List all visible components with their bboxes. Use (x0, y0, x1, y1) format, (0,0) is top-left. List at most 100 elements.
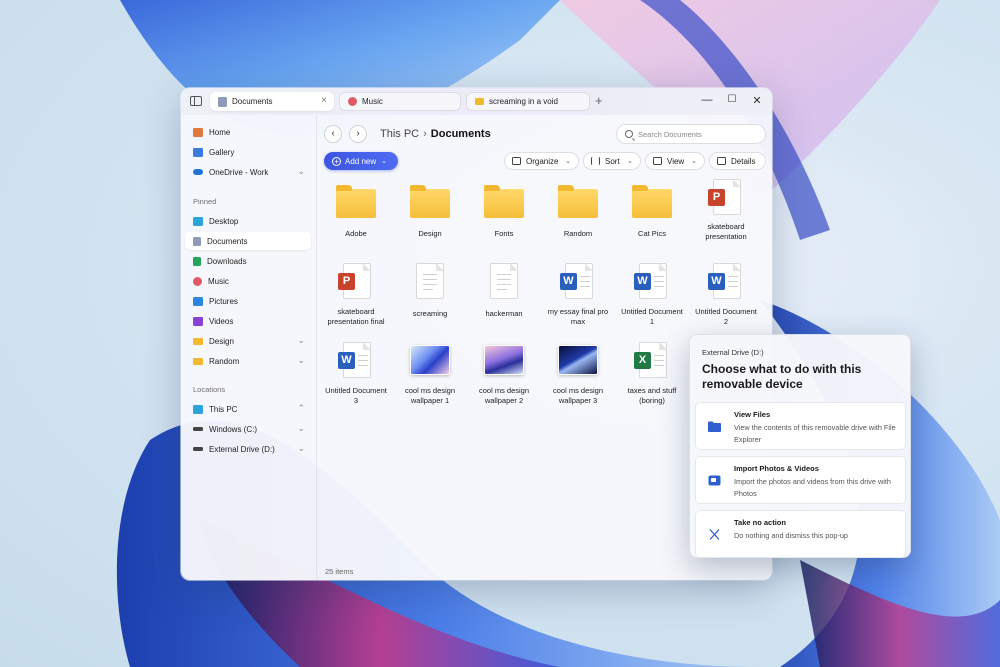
sidebar-item-windows-c[interactable]: Windows (C:) ⌄ (185, 420, 311, 438)
chevron-down-icon[interactable]: ⌄ (297, 443, 305, 454)
back-button[interactable]: ‹ (324, 125, 342, 143)
file-item[interactable]: X taxes and stuff (boring) (619, 340, 685, 406)
drive-icon (193, 447, 203, 451)
drive-icon (193, 427, 203, 431)
file-item[interactable]: W my essay final pro max (545, 261, 611, 327)
text-file-icon (409, 261, 451, 303)
add-new-label: Add new (345, 156, 377, 166)
file-item[interactable]: W Untitled Document 1 (619, 261, 685, 327)
organize-button[interactable]: Organize ⌄ (504, 152, 579, 170)
image-thumbnail-icon (483, 340, 525, 382)
tab-label: Music (362, 97, 383, 106)
option-title: View Files (734, 410, 771, 419)
file-item[interactable]: cool ms design wallpaper 1 (397, 340, 463, 406)
file-label: screaming (412, 309, 448, 318)
file-item[interactable]: P skateboard presentation final (323, 261, 389, 327)
sidebar-item-gallery[interactable]: Gallery (185, 143, 311, 161)
badge-letter: W (560, 273, 577, 290)
music-icon (193, 276, 202, 286)
sidebar-item-pictures[interactable]: Pictures (185, 292, 311, 310)
text-file-icon (483, 261, 525, 303)
file-label: hackerman (485, 309, 523, 318)
maximize-button[interactable]: ☐ (725, 94, 739, 105)
sidebar-item-home[interactable]: Home (185, 123, 311, 141)
sidebar-item-documents[interactable]: Documents (185, 232, 311, 250)
tab-close-icon[interactable]: × (321, 95, 327, 106)
badge-letter: W (634, 273, 651, 290)
file-label: Untitled Document 1 (621, 307, 683, 326)
badge-letter: W (708, 273, 725, 290)
sidebar-item-label: Music (208, 276, 229, 286)
folder-icon (335, 181, 377, 223)
file-item[interactable]: Cat Pics (619, 181, 685, 239)
sidebar-item-label: Documents (207, 236, 248, 246)
tab-screaming-in-a-void[interactable]: screaming in a void (466, 92, 590, 111)
folder-icon (708, 421, 721, 432)
minimize-button[interactable]: — (700, 94, 714, 106)
file-item[interactable]: Random (545, 181, 611, 239)
sidebar-item-random[interactable]: Random ⌄ (185, 352, 311, 370)
file-item[interactable]: screaming (397, 261, 463, 319)
file-explorer-window: Documents × Music screaming in a void + … (181, 88, 772, 580)
sidebar-item-downloads[interactable]: Downloads (185, 252, 311, 270)
documents-icon (218, 96, 227, 107)
sort-button[interactable]: Sort ⌄ (583, 152, 641, 170)
folder-icon (483, 181, 525, 223)
add-new-button[interactable]: + Add new ⌄ (324, 152, 398, 170)
forward-button[interactable]: › (349, 125, 367, 143)
file-item[interactable]: Adobe (323, 181, 389, 239)
file-item[interactable]: P skateboard presentation (693, 177, 759, 242)
take-no-action-option[interactable]: Take no action Do nothing and dismiss th… (695, 510, 906, 558)
details-button[interactable]: Details (709, 152, 766, 170)
file-item[interactable]: Fonts (471, 181, 537, 239)
sidebar-item-onedrive-work[interactable]: OneDrive - Work ⌄ (185, 163, 311, 181)
chevron-down-icon: ⌄ (627, 158, 633, 165)
search-placeholder: Search Documents (638, 129, 702, 139)
organize-icon (512, 157, 521, 165)
badge-letter: P (708, 189, 725, 206)
file-item[interactable]: W Untitled Document 2 (693, 261, 759, 327)
chevron-down-icon[interactable]: ⌄ (297, 166, 305, 177)
chevron-up-icon[interactable]: ⌃ (297, 403, 305, 414)
pinned-section-label: Pinned (193, 197, 217, 206)
file-item[interactable]: cool ms design wallpaper 2 (471, 340, 537, 406)
tab-documents[interactable]: Documents × (210, 92, 334, 111)
sidebar-item-this-pc[interactable]: This PC ⌃ (185, 400, 311, 418)
sidebar-item-desktop[interactable]: Desktop (185, 212, 311, 230)
option-description: Do nothing and dismiss this pop-up (734, 531, 848, 540)
sidebar-item-music[interactable]: Music (185, 272, 311, 290)
breadcrumb-documents[interactable]: Documents (431, 128, 491, 140)
search-input[interactable]: Search Documents (616, 124, 766, 144)
music-icon (348, 97, 357, 106)
image-thumbnail-icon (557, 340, 599, 382)
pictures-icon (193, 296, 203, 306)
new-tab-button[interactable]: + (595, 93, 603, 108)
title-bar: Documents × Music screaming in a void + … (181, 88, 772, 115)
file-item[interactable]: cool ms design wallpaper 3 (545, 340, 611, 406)
view-button[interactable]: View ⌄ (645, 152, 705, 170)
chevron-down-icon[interactable]: ⌄ (297, 335, 305, 346)
file-item[interactable]: Design (397, 181, 463, 239)
sidebar-toggle-icon[interactable] (190, 96, 202, 106)
navigation-pane: Home Gallery OneDrive - Work ⌄ Pinned De… (181, 115, 317, 580)
view-files-option[interactable]: View Files View the contents of this rem… (695, 402, 906, 450)
sidebar-item-design[interactable]: Design ⌄ (185, 332, 311, 350)
chevron-down-icon[interactable]: ⌄ (297, 355, 305, 366)
close-button[interactable]: ✕ (750, 94, 764, 107)
file-label: Untitled Document 2 (695, 307, 757, 326)
excel-icon: X (631, 340, 673, 382)
sidebar-item-external-drive-d[interactable]: External Drive (D:) ⌄ (185, 440, 311, 458)
file-item[interactable]: hackerman (471, 261, 537, 319)
details-icon (717, 157, 726, 165)
sidebar-item-videos[interactable]: Videos (185, 312, 311, 330)
tab-music[interactable]: Music (339, 92, 461, 111)
organize-label: Organize (526, 156, 559, 166)
download-icon (193, 256, 201, 266)
breadcrumb-this-pc[interactable]: This PC (380, 128, 419, 140)
badge-letter: P (338, 273, 355, 290)
file-item[interactable]: W Untitled Document 3 (323, 340, 389, 406)
word-icon: W (705, 261, 747, 303)
sidebar-item-label: Downloads (207, 256, 247, 266)
import-photos-videos-option[interactable]: Import Photos & Videos Import the photos… (695, 456, 906, 504)
chevron-down-icon[interactable]: ⌄ (297, 423, 305, 434)
